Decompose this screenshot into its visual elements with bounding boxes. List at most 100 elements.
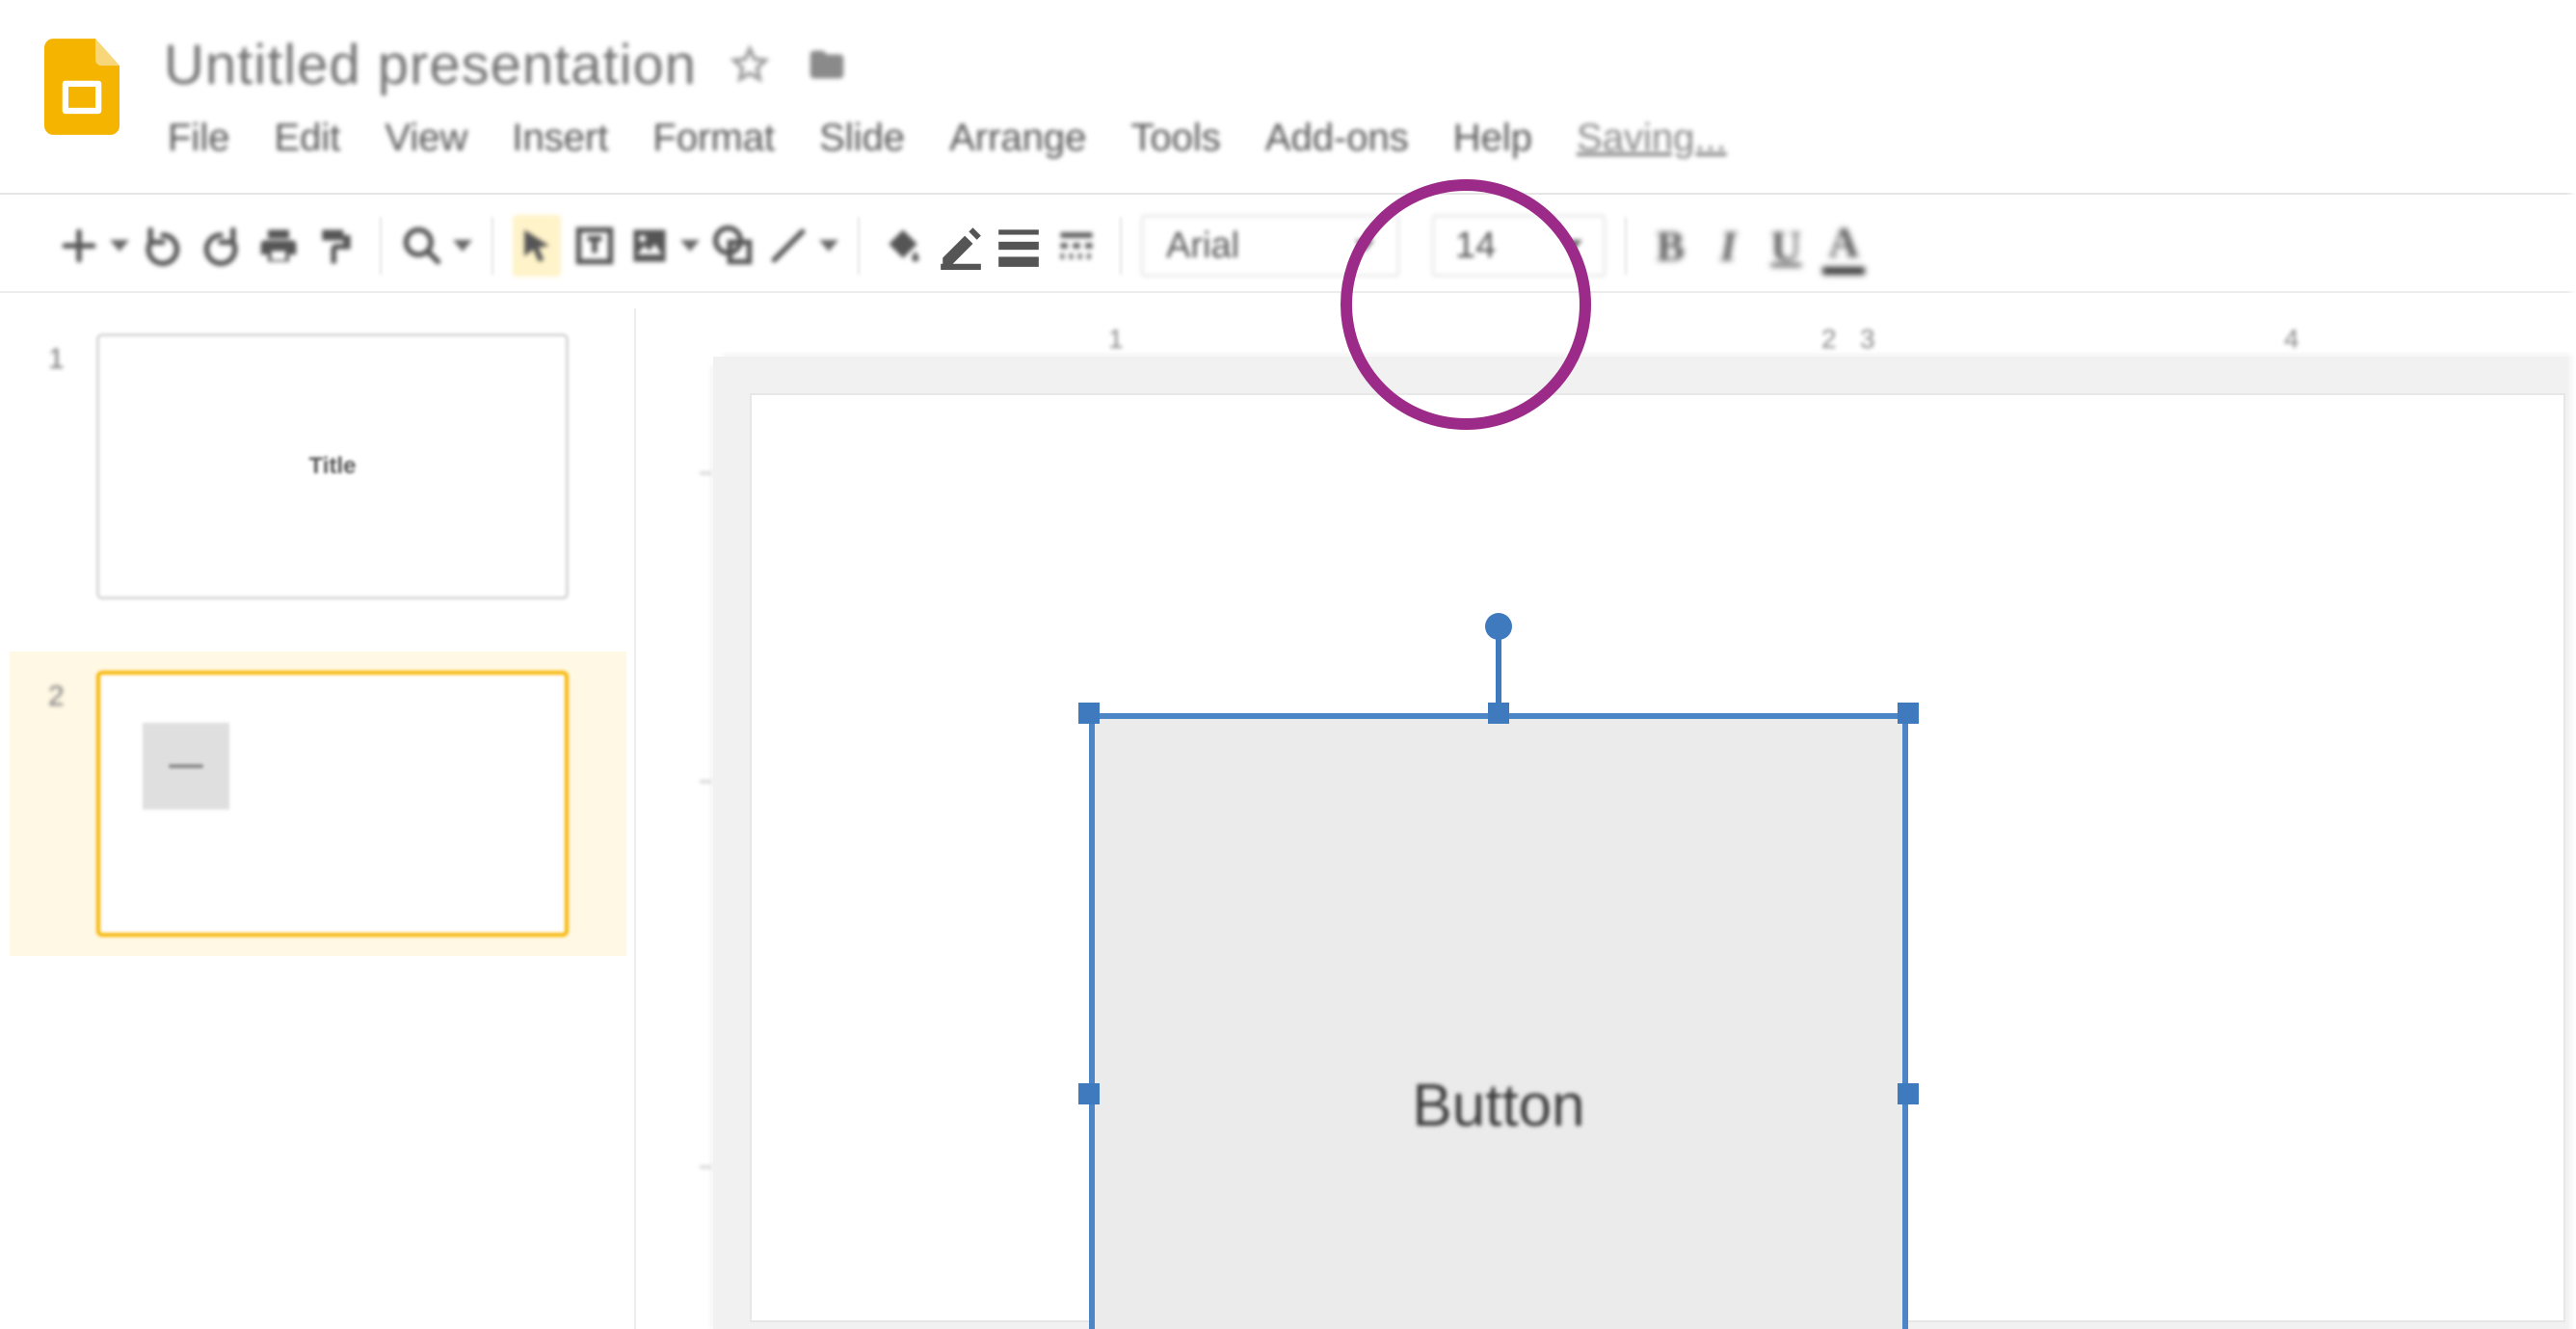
slide-number: 1 [48,333,77,376]
font-family-select[interactable]: Arial [1141,215,1399,277]
rotation-connector [1496,636,1501,704]
slide-thumbnail-label: Title [309,453,357,480]
slide-thumb-row: 2 [10,651,626,956]
slide-thumbnail-2[interactable] [96,671,569,937]
toolbar-separator [380,217,382,275]
undo-icon [142,225,184,267]
chevron-down-icon [1355,240,1374,252]
title-bar: Untitled presentation File Edit View Ins… [0,0,2576,160]
pencil-icon [937,222,985,270]
slide-panel: 1 Title 2 [0,308,636,1329]
shape-icon [712,225,755,267]
italic-icon: I [1720,222,1737,271]
line-dash-button[interactable] [1052,215,1101,277]
menu-addons[interactable]: Add-ons [1265,117,1409,160]
line-tool-button[interactable] [767,215,838,277]
fill-color-button[interactable] [879,215,927,277]
resize-handle-tm[interactable] [1488,703,1509,724]
chevron-down-icon [1563,240,1582,252]
new-slide-button[interactable] [58,215,129,277]
move-to-folder-button[interactable] [803,41,851,90]
shape-rectangle[interactable] [1089,713,1908,1329]
menu-slide[interactable]: Slide [819,117,905,160]
font-size-value: 14 [1455,226,1496,267]
title-line: Untitled presentation [164,33,1727,97]
undo-button[interactable] [139,215,187,277]
text-color-icon: A [1822,218,1865,275]
slide-thumbnail-1[interactable]: Title [96,333,569,599]
paint-format-button[interactable] [312,215,360,277]
resize-handle-mr[interactable] [1898,1083,1919,1104]
paint-roller-icon [315,225,358,267]
horizontal-ruler[interactable]: 1 2 3 4 [723,299,2576,357]
line-color-button[interactable] [937,215,985,277]
menu-file[interactable]: File [168,117,229,160]
line-weight-button[interactable] [995,215,1043,277]
toolbar: Arial 14 B I U A [0,202,2576,289]
menu-arrange[interactable]: Arrange [949,117,1086,160]
bold-button[interactable]: B [1646,215,1694,277]
ruler-mark: 1 [1108,324,1124,355]
slide-number: 2 [48,671,77,713]
toolbar-separator [491,217,493,275]
textbox-button[interactable] [571,215,619,277]
zoom-icon [401,225,443,267]
slide-thumb-row: 1 Title [48,333,598,599]
text-color-button[interactable]: A [1819,215,1868,277]
mini-shape-icon [143,723,229,810]
menu-view[interactable]: View [385,117,467,160]
font-size-select[interactable]: 14 [1432,215,1606,277]
print-icon [257,225,300,267]
selected-shape[interactable]: Button [1089,713,1908,1329]
app-window: Untitled presentation File Edit View Ins… [0,0,2576,1329]
vertical-ruler[interactable] [655,366,713,1329]
redo-button[interactable] [197,215,245,277]
app-logo [39,29,125,145]
cursor-icon [516,225,558,267]
menu-edit[interactable]: Edit [274,117,340,160]
bold-icon: B [1657,222,1685,271]
print-button[interactable] [254,215,303,277]
toolbar-divider [0,291,2576,293]
shape-button[interactable] [709,215,757,277]
toolbar-separator [1625,217,1627,275]
image-button[interactable] [628,215,700,277]
textbox-icon [573,225,616,267]
resize-handle-ml[interactable] [1078,1083,1100,1104]
star-icon [728,43,772,88]
resize-handle-tl[interactable] [1078,703,1100,724]
ruler-tick [700,472,711,474]
toolbar-separator [1120,217,1122,275]
star-button[interactable] [726,41,774,90]
zoom-button[interactable] [401,215,472,277]
menu-help[interactable]: Help [1453,117,1532,160]
menu-insert[interactable]: Insert [512,117,608,160]
line-dash-icon [1055,225,1098,267]
underline-button[interactable]: U [1762,215,1810,277]
shape-text[interactable]: Button [1089,1072,1908,1140]
menu-bar: File Edit View Insert Format Slide Arran… [164,111,1727,160]
menu-tools[interactable]: Tools [1130,117,1220,160]
select-tool-button[interactable] [513,215,561,277]
menu-divider [0,193,2576,195]
line-weight-icon [995,222,1043,270]
ruler-tick [700,1166,711,1168]
paint-bucket-icon [882,225,924,267]
redo-icon [199,225,242,267]
image-icon [628,225,671,267]
slides-logo-icon [44,39,120,135]
document-title[interactable]: Untitled presentation [164,33,697,97]
ruler-tick [700,781,711,783]
rotation-handle[interactable] [1485,613,1512,640]
line-icon [767,225,810,267]
font-family-value: Arial [1166,226,1239,267]
plus-icon [58,225,100,267]
ruler-mark: 4 [2284,324,2299,355]
folder-icon [805,43,849,88]
resize-handle-tr[interactable] [1898,703,1919,724]
italic-button[interactable]: I [1704,215,1752,277]
toolbar-separator [858,217,860,275]
save-status: Saving... [1577,117,1727,160]
ruler-mark: 3 [1860,324,1875,355]
menu-format[interactable]: Format [652,117,775,160]
